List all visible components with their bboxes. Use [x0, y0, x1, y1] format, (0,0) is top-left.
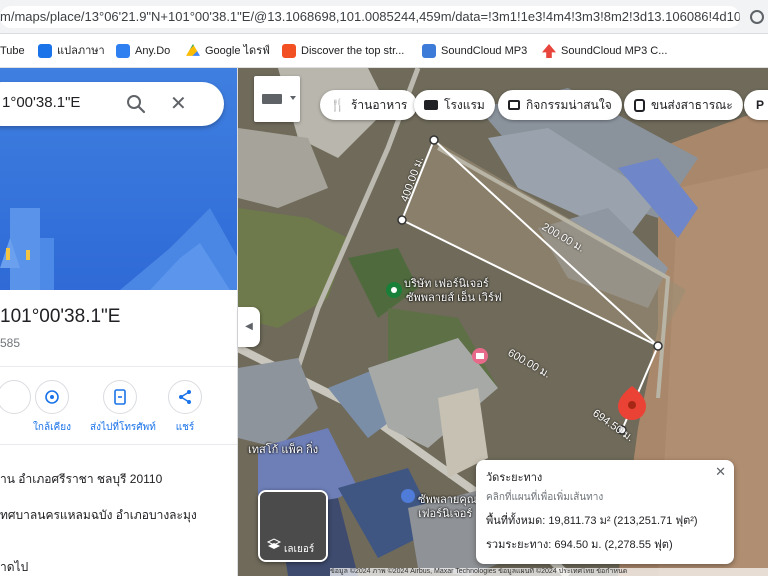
translate-icon [38, 44, 52, 58]
chip-hotels[interactable]: โรงแรม [414, 90, 495, 120]
address-line[interactable]: าน อำเภอศรีราชา ชลบุรี 20110 [0, 470, 162, 489]
measure-point[interactable] [397, 215, 407, 225]
restaurant-icon: 🍴 [330, 98, 345, 112]
keyboard-icon [262, 94, 296, 104]
layers-label: เลเยอร์ [284, 544, 315, 555]
bookmarks-bar: Tube แปลภาษา Any.Do Google ไดรฟ์ Discove… [0, 34, 768, 68]
bookmark-anydo[interactable]: Any.Do [116, 42, 170, 60]
search-box[interactable]: 1°00'38.1"E ✕ [0, 82, 224, 126]
measure-title: วัดระยะทาง [486, 472, 543, 484]
search-input[interactable]: 1°00'38.1"E [2, 94, 80, 111]
bookmark-discover[interactable]: Discover the top str... [282, 42, 404, 60]
collapse-panel-button[interactable]: ◀ [238, 307, 260, 347]
measure-point[interactable] [429, 135, 439, 145]
discover-icon [282, 44, 296, 58]
download-icon [542, 44, 556, 58]
send-to-phone-button[interactable]: ส่งไปที่โทรศัพท์ [90, 380, 156, 435]
shop-marker-icon[interactable] [472, 348, 488, 364]
bookmark-translate[interactable]: แปลภาษา [38, 42, 105, 60]
place-coordinates: 101°00'38.1"E [0, 306, 121, 327]
browser-address-bar: m/maps/place/13°06'21.9"N+101°00'38.1"E/… [0, 0, 768, 34]
share-button[interactable]: แชร์ [155, 380, 215, 435]
chip-transit[interactable]: ขนส่งสาธารณะ [624, 90, 743, 120]
anydo-icon [116, 44, 130, 58]
chip-label: ร้านอาหาร [350, 97, 408, 112]
hotel-icon [424, 100, 438, 110]
place-label[interactable]: เฟอร์นิเจอร์ [418, 504, 472, 522]
bookmark-google-drive[interactable]: Google ไดรฟ์ [186, 42, 270, 60]
chip-label: ขนส่งสาธารณะ [651, 97, 733, 112]
extension-icon[interactable] [750, 10, 764, 24]
close-icon[interactable]: ✕ [715, 464, 726, 480]
place-label[interactable]: เทสโก้ แพ็ค กิ่ง [248, 440, 318, 458]
soundcloud-icon [422, 44, 436, 58]
layers-button[interactable]: เลเยอร์ [258, 490, 328, 562]
chip-attractions[interactable]: กิจกรรมน่าสนใจ [498, 90, 622, 120]
bookmark-soundcloud-1[interactable]: SoundCloud MP3 [422, 42, 527, 60]
address-line[interactable]: ทศบาลนครแหลมฉบัง อำเภอบางละมุง [0, 506, 197, 525]
bookmark-label: SoundCloud MP3 [441, 45, 528, 57]
send-to-phone-label: ส่งไปที่โทรศัพท์ [90, 422, 156, 433]
divider [0, 444, 237, 445]
url-field[interactable]: m/maps/place/13°06'21.9"N+101°00'38.1"E/… [0, 6, 740, 28]
measure-distance: รวมระยะทาง: 694.50 ม. (2,278.55 ฟุต) [486, 539, 673, 551]
place-label[interactable]: ซัพพลายส์ เอ็น เวิร์ฟ [406, 288, 502, 306]
plus-code: 585 [0, 336, 21, 350]
measure-point[interactable] [653, 341, 663, 351]
parking-icon: P [756, 98, 765, 112]
map-attribution: ข้อมูล ©2024 ภาพ ©2024 Airbus, Maxar Tec… [330, 568, 768, 576]
place-marker-icon[interactable] [386, 282, 402, 298]
map-keyboard-button[interactable] [254, 76, 300, 122]
close-icon[interactable]: ✕ [170, 94, 187, 114]
bookmark-label: แปลภาษา [57, 45, 105, 57]
building-marker-icon[interactable] [401, 489, 415, 503]
nearby-button[interactable]: ใกล้เคียง [22, 380, 82, 435]
divider [0, 366, 237, 367]
chip-label: โรงแรม [444, 97, 485, 112]
measure-area: พื้นที่ทั้งหมด: 19,811.73 ม² (213,251.71… [486, 515, 698, 527]
bookmark-soundcloud-2[interactable]: SoundCloud MP3 C... [542, 42, 667, 60]
bookmark-label: Discover the top str... [301, 45, 405, 57]
bookmark-label: Google ไดรฟ์ [205, 45, 270, 57]
drive-icon [186, 44, 200, 56]
chip-parking[interactable]: P [744, 90, 768, 120]
transit-icon [634, 98, 645, 112]
nearby-label: ใกล้เคียง [33, 422, 71, 433]
address-line[interactable]: าดไป [0, 558, 28, 576]
bookmark-label: Any.Do [135, 45, 171, 57]
chip-label: กิจกรรมน่าสนใจ [526, 97, 612, 112]
bookmark-label: SoundCloud MP3 C... [561, 45, 668, 57]
share-label: แชร์ [175, 422, 195, 433]
send-to-phone-icon [103, 380, 137, 414]
nearby-icon [35, 380, 69, 414]
camera-icon [508, 100, 520, 110]
share-icon [168, 380, 202, 414]
bookmark-youtube[interactable]: Tube [0, 42, 25, 60]
chip-restaurants[interactable]: 🍴 ร้านอาหาร [320, 90, 418, 120]
measure-distance-card: วัดระยะทาง คลิกที่แผนที่เพื่อเพิ่มเส้นทา… [476, 460, 734, 564]
place-panel: 1°00'38.1"E ✕ 101°00'38.1"E 585 ใกล้เคีย… [0, 68, 238, 576]
measure-hint: คลิกที่แผนที่เพื่อเพิ่มเส้นทาง [486, 492, 604, 503]
bookmark-label: Tube [0, 45, 25, 57]
search-icon[interactable] [124, 92, 148, 116]
